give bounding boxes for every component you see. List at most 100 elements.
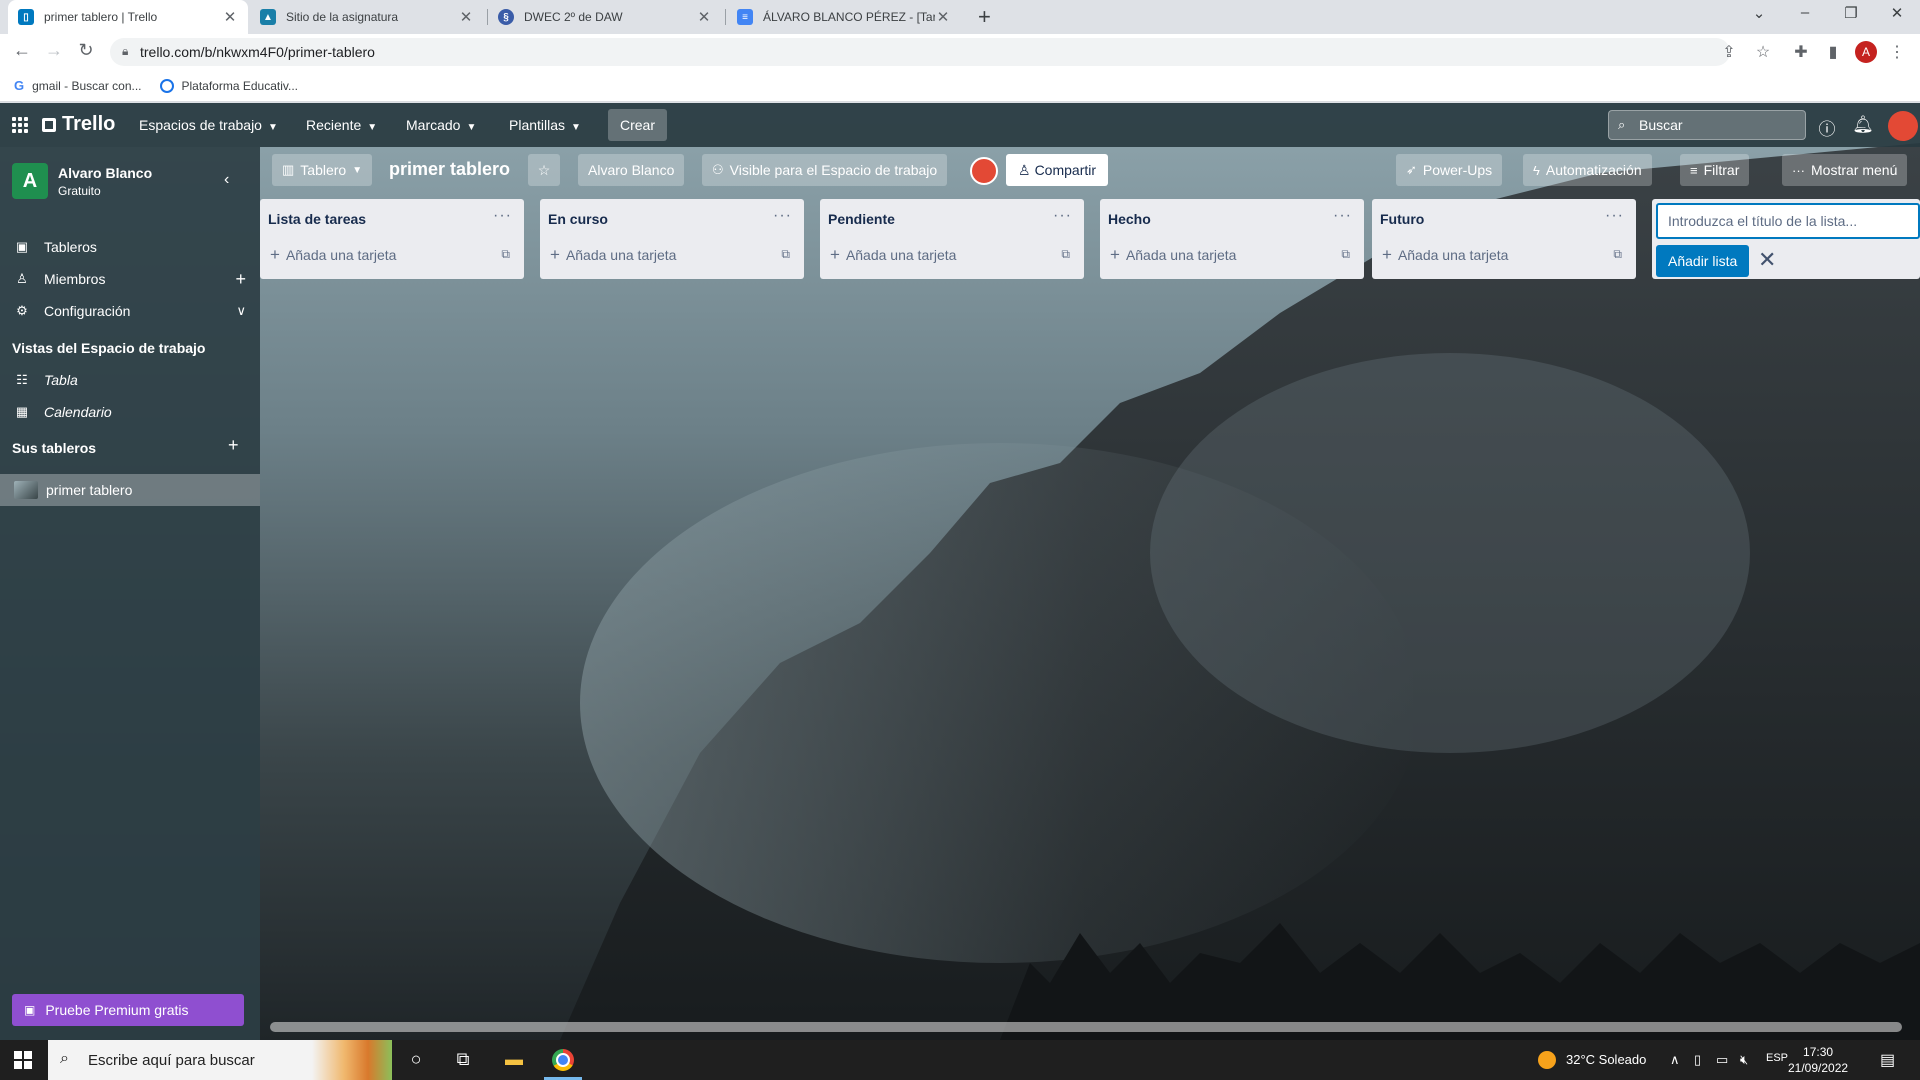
create-button[interactable]: Crear <box>608 109 668 141</box>
back-icon[interactable]: ← <box>10 40 34 61</box>
nav-workspaces[interactable]: Espacios de trabajo ▼ <box>139 117 278 133</box>
windows-start-icon[interactable] <box>14 1051 32 1069</box>
bookmark-plataforma[interactable]: Plataforma Educativ... <box>159 78 298 93</box>
board-member-avatar[interactable] <box>970 157 998 185</box>
list-menu-icon[interactable]: ··· <box>773 207 792 225</box>
close-tab-icon[interactable]: ✕ <box>935 8 951 26</box>
app-switcher-icon[interactable] <box>12 117 28 133</box>
search-input[interactable]: ⌕ Buscar <box>1608 110 1806 140</box>
chrome-taskbar-icon[interactable] <box>552 1049 574 1071</box>
visibility-button[interactable]: ⚇ Visible para el Espacio de trabajo <box>702 154 948 186</box>
volume-muted-icon[interactable]: 🔇︎ <box>1740 1052 1748 1068</box>
add-list-button[interactable]: Añadir lista <box>1656 245 1750 277</box>
taskbar-search-input[interactable]: ⌕ Escribe aquí para buscar <box>48 1040 392 1080</box>
network-icon[interactable]: ▭ <box>1716 1052 1728 1068</box>
lightning-icon: ϟ <box>1533 162 1540 178</box>
nav-label: Marcado <box>406 117 461 133</box>
notifications-icon[interactable]: ▤ <box>1880 1050 1895 1070</box>
close-icon[interactable]: ✕ <box>1758 247 1776 273</box>
list-title-input[interactable] <box>1656 203 1920 239</box>
list-menu-icon[interactable]: ··· <box>1053 207 1072 225</box>
collapse-sidebar-icon[interactable]: ‹ <box>224 171 229 189</box>
filter-button[interactable]: ≡ Filtrar <box>1680 154 1750 186</box>
board-view-switcher[interactable]: ▥ Tablero ▼ <box>272 154 373 186</box>
try-premium-button[interactable]: ▣ Pruebe Premium gratis <box>12 994 244 1026</box>
list-menu-icon[interactable]: ··· <box>1605 207 1624 225</box>
sidebar-item-table[interactable]: ☷ Tabla <box>0 364 260 396</box>
extensions-icon[interactable]: ✚ <box>1790 42 1812 62</box>
list-title[interactable]: Pendiente <box>828 211 895 227</box>
close-tab-icon[interactable]: ✕ <box>696 8 712 26</box>
browser-tab-docs[interactable]: ≡ ÁLVARO BLANCO PÉREZ - [Tarea] ✕ <box>727 0 961 34</box>
list-title[interactable]: Lista de tareas <box>268 211 366 227</box>
card-template-icon[interactable]: ⧉ <box>1061 247 1070 262</box>
task-view-icon[interactable]: ⧉ <box>451 1049 475 1070</box>
tray-chevron-icon[interactable]: ∧ <box>1670 1052 1680 1068</box>
automation-button[interactable]: ϟ Automatización <box>1523 154 1652 186</box>
list-title[interactable]: Hecho <box>1108 211 1151 227</box>
list-menu-icon[interactable]: ··· <box>1333 207 1352 225</box>
restore-icon[interactable]: ❐ <box>1828 4 1874 22</box>
info-icon[interactable]: ⓘ <box>1816 115 1838 140</box>
browser-tab-trello[interactable]: ▯ primer tablero | Trello ✕ <box>8 0 248 34</box>
weather-text[interactable]: 32°C Soleado <box>1566 1052 1646 1067</box>
forward-icon[interactable]: → <box>42 40 66 61</box>
list-title[interactable]: Futuro <box>1380 211 1424 227</box>
nav-templates[interactable]: Plantillas ▼ <box>509 117 581 133</box>
sidebar-item-settings[interactable]: ⚙ Configuración ∨ <box>0 295 260 327</box>
bookmark-star-icon[interactable]: ☆ <box>1752 42 1774 62</box>
language-indicator[interactable]: ESP <box>1766 1052 1788 1064</box>
share-icon[interactable]: ⇪ <box>1718 42 1740 62</box>
user-avatar[interactable] <box>1888 111 1918 141</box>
notifications-bell-icon[interactable]: 🔔︎ <box>1852 115 1874 135</box>
add-card-button[interactable]: + Añada una tarjeta <box>830 245 956 265</box>
browser-tab-dwec[interactable]: § DWEC 2º de DAW ✕ <box>488 0 722 34</box>
close-tab-icon[interactable]: ✕ <box>222 8 238 26</box>
add-board-icon[interactable]: + <box>220 429 260 461</box>
list-title[interactable]: En curso <box>548 211 608 227</box>
battery-icon[interactable]: ▯ <box>1694 1052 1701 1068</box>
file-explorer-icon[interactable]: ▬ <box>502 1049 526 1070</box>
star-board-icon[interactable]: ☆ <box>528 154 560 186</box>
profile-avatar[interactable]: A <box>1855 41 1877 63</box>
new-tab-icon[interactable]: + <box>978 4 991 30</box>
browser-tab-sitio[interactable]: ▲ Sitio de la asignatura ✕ <box>250 0 484 34</box>
address-bar[interactable]: 🔒︎ trello.com/b/nkwxm4F0/primer-tablero <box>110 38 1730 66</box>
add-card-button[interactable]: + Añada una tarjeta <box>550 245 676 265</box>
reload-icon[interactable]: ↻ <box>74 40 98 61</box>
sidebar-board-primer-tablero[interactable]: primer tablero <box>0 474 260 506</box>
nav-starred[interactable]: Marcado ▼ <box>406 117 476 133</box>
taskbar-clock[interactable]: 17:30 21/09/2022 <box>1788 1044 1848 1076</box>
trello-logo[interactable]: Trello <box>42 113 115 136</box>
show-menu-button[interactable]: ··· Mostrar menú <box>1782 154 1908 186</box>
board-title[interactable]: primer tablero <box>389 159 510 180</box>
card-template-icon[interactable]: ⧉ <box>1341 247 1350 262</box>
list-menu-icon[interactable]: ··· <box>493 207 512 225</box>
card-template-icon[interactable]: ⧉ <box>781 247 790 262</box>
sidebar-item-members[interactable]: ♙ Miembros + <box>0 263 260 295</box>
add-card-button[interactable]: + Añada una tarjeta <box>1382 245 1508 265</box>
tab-search-chevron-icon[interactable]: ⌄ <box>1736 4 1782 22</box>
card-template-icon[interactable]: ⧉ <box>1613 247 1622 262</box>
add-member-icon[interactable]: + <box>235 269 246 290</box>
minimize-icon[interactable]: – <box>1782 4 1828 21</box>
sidebar-item-boards[interactable]: ▣ Tableros <box>0 231 260 263</box>
nav-recent[interactable]: Reciente ▼ <box>306 117 377 133</box>
board-view-icon: ▥ <box>282 162 295 177</box>
add-card-button[interactable]: + Añada una tarjeta <box>270 245 396 265</box>
card-template-icon[interactable]: ⧉ <box>501 247 510 262</box>
bookmark-gmail[interactable]: G gmail - Buscar con... <box>14 78 142 93</box>
close-window-icon[interactable]: ✕ <box>1874 4 1920 22</box>
chrome-menu-icon[interactable]: ⋮ <box>1886 42 1908 62</box>
close-tab-icon[interactable]: ✕ <box>458 8 474 26</box>
board-scrollbar[interactable] <box>270 1022 1902 1032</box>
add-card-button[interactable]: + Añada una tarjeta <box>1110 245 1236 265</box>
share-button[interactable]: ♙ Compartir <box>1006 154 1109 186</box>
sidebar-item-calendar[interactable]: ▦ Calendario <box>0 396 260 428</box>
cortana-icon[interactable]: ○ <box>404 1049 428 1070</box>
sidepanel-icon[interactable]: ▮ <box>1822 42 1844 62</box>
scrollbar-thumb[interactable] <box>270 1022 1902 1032</box>
workspace-button[interactable]: Alvaro Blanco <box>578 154 685 186</box>
chevron-down-icon[interactable]: ∨ <box>236 303 246 319</box>
powerups-button[interactable]: ➶ Power-Ups <box>1396 154 1503 186</box>
